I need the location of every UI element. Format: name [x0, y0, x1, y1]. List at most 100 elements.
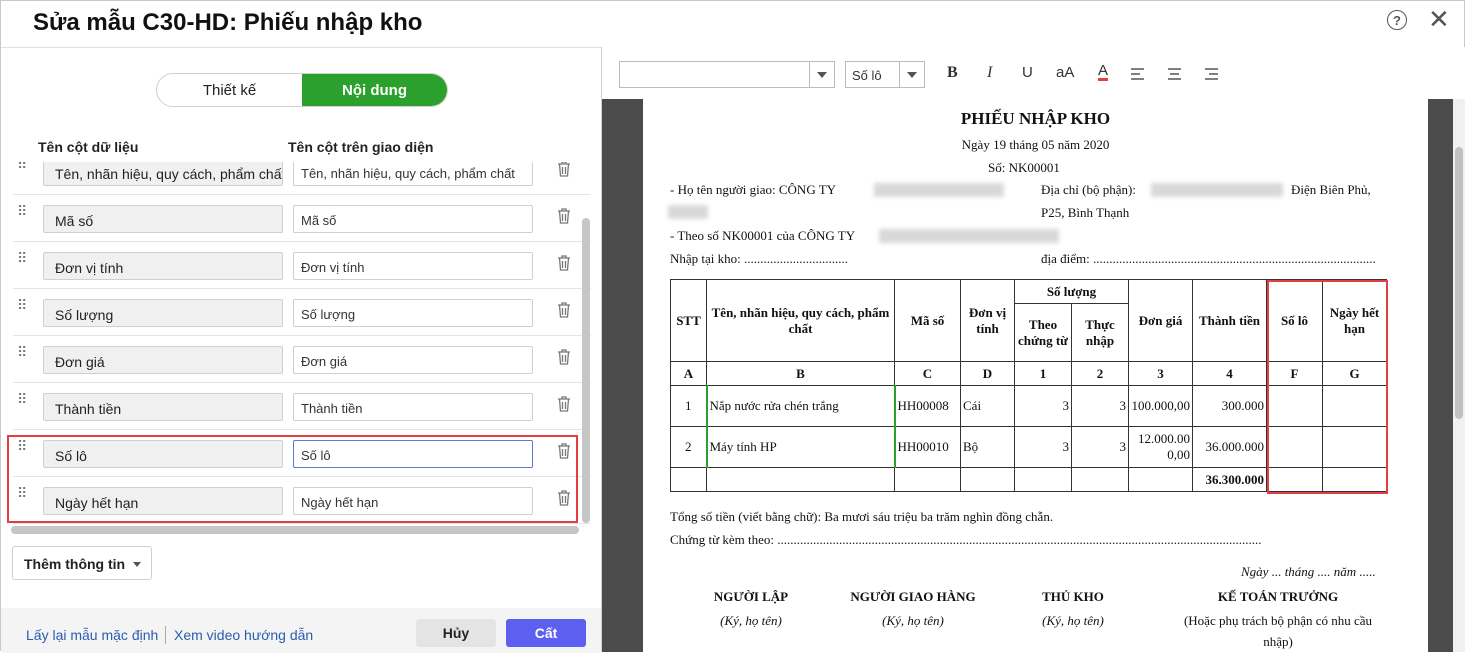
edit-template-dialog: Sửa mẫu C30-HD: Phiếu nhập kho ? ✕ Thiết…: [0, 0, 1465, 653]
cell-empty: [1014, 467, 1072, 492]
font-family-select[interactable]: [619, 61, 835, 88]
trash-icon[interactable]: [557, 395, 571, 413]
italic-button[interactable]: I: [987, 64, 992, 82]
ui-column-input[interactable]: Đơn vị tính: [293, 252, 533, 280]
drag-handle-icon[interactable]: ⠿: [17, 298, 29, 312]
trash-icon[interactable]: [557, 254, 571, 272]
doc-date: Ngày 19 tháng 05 năm 2020: [961, 137, 1110, 152]
signer-chief-accountant: KẾ TOÁN TRƯỞNG: [1217, 589, 1339, 604]
change-case-button[interactable]: aA: [1056, 64, 1074, 81]
data-column-field: Tên, nhãn hiệu, quy cách, phẩm chất: [43, 162, 283, 186]
data-column-field: Mã số: [43, 205, 283, 233]
list-horizontal-scrollbar[interactable]: [11, 526, 579, 534]
trash-icon[interactable]: [557, 162, 571, 178]
left-panel: Thiết kế Nội dung Tên cột dữ liệu Tên cộ…: [1, 47, 602, 653]
doc-attached: Chứng từ kèm theo: .....................…: [670, 532, 1262, 547]
chevron-down-icon[interactable]: [809, 62, 834, 87]
ui-column-input[interactable]: Mã số: [293, 205, 533, 233]
align-left-icon[interactable]: [1130, 67, 1146, 81]
help-icon[interactable]: ?: [1387, 10, 1407, 30]
cell-empty: [894, 467, 961, 492]
ui-column-header: Tên cột trên giao diện: [288, 139, 434, 155]
trash-icon[interactable]: [557, 207, 571, 225]
cell-stt: 2: [670, 426, 707, 468]
data-column-field: Đơn vị tính: [43, 252, 283, 280]
drag-handle-icon[interactable]: ⠿: [17, 204, 29, 218]
trash-icon[interactable]: [557, 301, 571, 319]
add-info-dropdown[interactable]: Thêm thông tin: [12, 546, 152, 580]
ui-column-input[interactable]: Đơn giá: [293, 346, 533, 374]
footer-divider: [165, 626, 166, 644]
th-price: Đơn giá: [1128, 279, 1193, 362]
tab-switch: Thiết kế Nội dung: [156, 73, 448, 107]
align-center-icon[interactable]: [1167, 67, 1183, 81]
cell-unit: Cái: [960, 385, 1015, 427]
ui-column-input[interactable]: Thành tiền: [293, 393, 533, 421]
tab-design[interactable]: Thiết kế: [157, 74, 302, 106]
drag-handle-icon[interactable]: ⠿: [17, 392, 29, 406]
cell-empty: [1128, 467, 1193, 492]
signer-deliverer: NGƯỜI GIAO HÀNG: [850, 589, 976, 604]
doc-location: địa điểm: ..............................…: [1041, 251, 1376, 266]
video-guide-link[interactable]: Xem video hướng dẫn: [174, 627, 313, 643]
ui-column-input[interactable]: Tên, nhãn hiệu, quy cách, phẩm chất: [293, 162, 533, 186]
doc-address-tail: Điện Biên Phủ,: [1291, 182, 1371, 197]
preview-margin-right: [1428, 99, 1453, 652]
doc-warehouse: Nhập tại kho: ..........................…: [670, 251, 849, 266]
bold-button[interactable]: B: [947, 64, 958, 82]
doc-ref: - Theo số NK00001 của CÔNG TY: [670, 228, 856, 243]
doc-sign-date: Ngày ... tháng .... năm .....: [1241, 564, 1376, 579]
doc-deliverer: - Họ tên người giao: CÔNG TY: [670, 182, 837, 197]
cell-qty-doc: 3: [1014, 385, 1072, 427]
drag-handle-icon[interactable]: ⠿: [17, 162, 29, 171]
blurred-company: [874, 183, 1004, 197]
format-toolbar: Số lô B I U aA A: [602, 47, 1465, 99]
save-button[interactable]: Cất: [506, 619, 586, 647]
letter-3: 3: [1128, 361, 1193, 386]
letter-c: C: [894, 361, 961, 386]
list-item: ⠿ Mã số Mã số: [13, 195, 591, 242]
align-right-icon[interactable]: [1204, 67, 1220, 81]
data-column-field: Đơn giá: [43, 346, 283, 374]
list-item: ⠿ Đơn giá Đơn giá: [13, 336, 591, 383]
list-item: ⠿ Số lượng Số lượng: [13, 289, 591, 336]
preview-scrollbar-thumb[interactable]: [1455, 147, 1463, 419]
footer-bar: Lấy lại mẫu mặc định Xem video hướng dẫn…: [1, 608, 601, 653]
chevron-down-icon: [133, 562, 141, 567]
trash-icon[interactable]: [557, 348, 571, 366]
list-vertical-scrollbar[interactable]: [582, 218, 590, 523]
signer-chief-accountant-note2: nhập): [1263, 634, 1293, 649]
highlight-box: [7, 435, 578, 523]
close-icon[interactable]: ✕: [1428, 6, 1450, 32]
cell-price: 12.000.000,00: [1128, 426, 1193, 468]
cell-amount: 300.000: [1192, 385, 1267, 427]
ui-column-input[interactable]: Số lượng: [293, 299, 533, 327]
chevron-down-icon[interactable]: [899, 62, 924, 87]
cell-qty-real: 3: [1071, 385, 1129, 427]
signer-storekeeper-note: (Ký, họ tên): [1042, 613, 1104, 628]
cell-code: HH00010: [893, 426, 961, 468]
cell-qty-real: 3: [1071, 426, 1129, 468]
tab-content[interactable]: Nội dung: [302, 74, 447, 106]
letter-a: A: [670, 361, 707, 386]
drag-handle-icon[interactable]: ⠿: [17, 345, 29, 359]
doc-address-line2: P25, Bình Thạnh: [1041, 205, 1130, 220]
th-amount: Thành tiền: [1192, 279, 1267, 362]
signer-creator: NGƯỜI LẬP: [713, 589, 789, 604]
drag-handle-icon[interactable]: ⠿: [17, 251, 29, 265]
font-size-value: Số lô: [852, 68, 882, 83]
cell-total: 36.300.000: [1192, 467, 1267, 492]
preview-margin-left: [602, 99, 643, 652]
underline-button[interactable]: U: [1022, 64, 1033, 81]
cell-empty: [670, 467, 707, 492]
letter-b: B: [706, 361, 895, 386]
font-size-select[interactable]: Số lô: [845, 61, 925, 88]
th-code: Mã số: [894, 279, 961, 362]
cell-empty: [960, 467, 1015, 492]
preview-panel: Số lô B I U aA A PHIẾU NHẬP KHO Ngày 19 …: [602, 47, 1465, 652]
cancel-button[interactable]: Hủy: [416, 619, 496, 647]
text-color-button[interactable]: A: [1098, 63, 1109, 81]
document-preview: PHIẾU NHẬP KHO Ngày 19 tháng 05 năm 2020…: [643, 99, 1428, 652]
list-item: ⠿ Tên, nhãn hiệu, quy cách, phẩm chất Tê…: [13, 162, 591, 195]
reset-default-link[interactable]: Lấy lại mẫu mặc định: [26, 627, 158, 643]
